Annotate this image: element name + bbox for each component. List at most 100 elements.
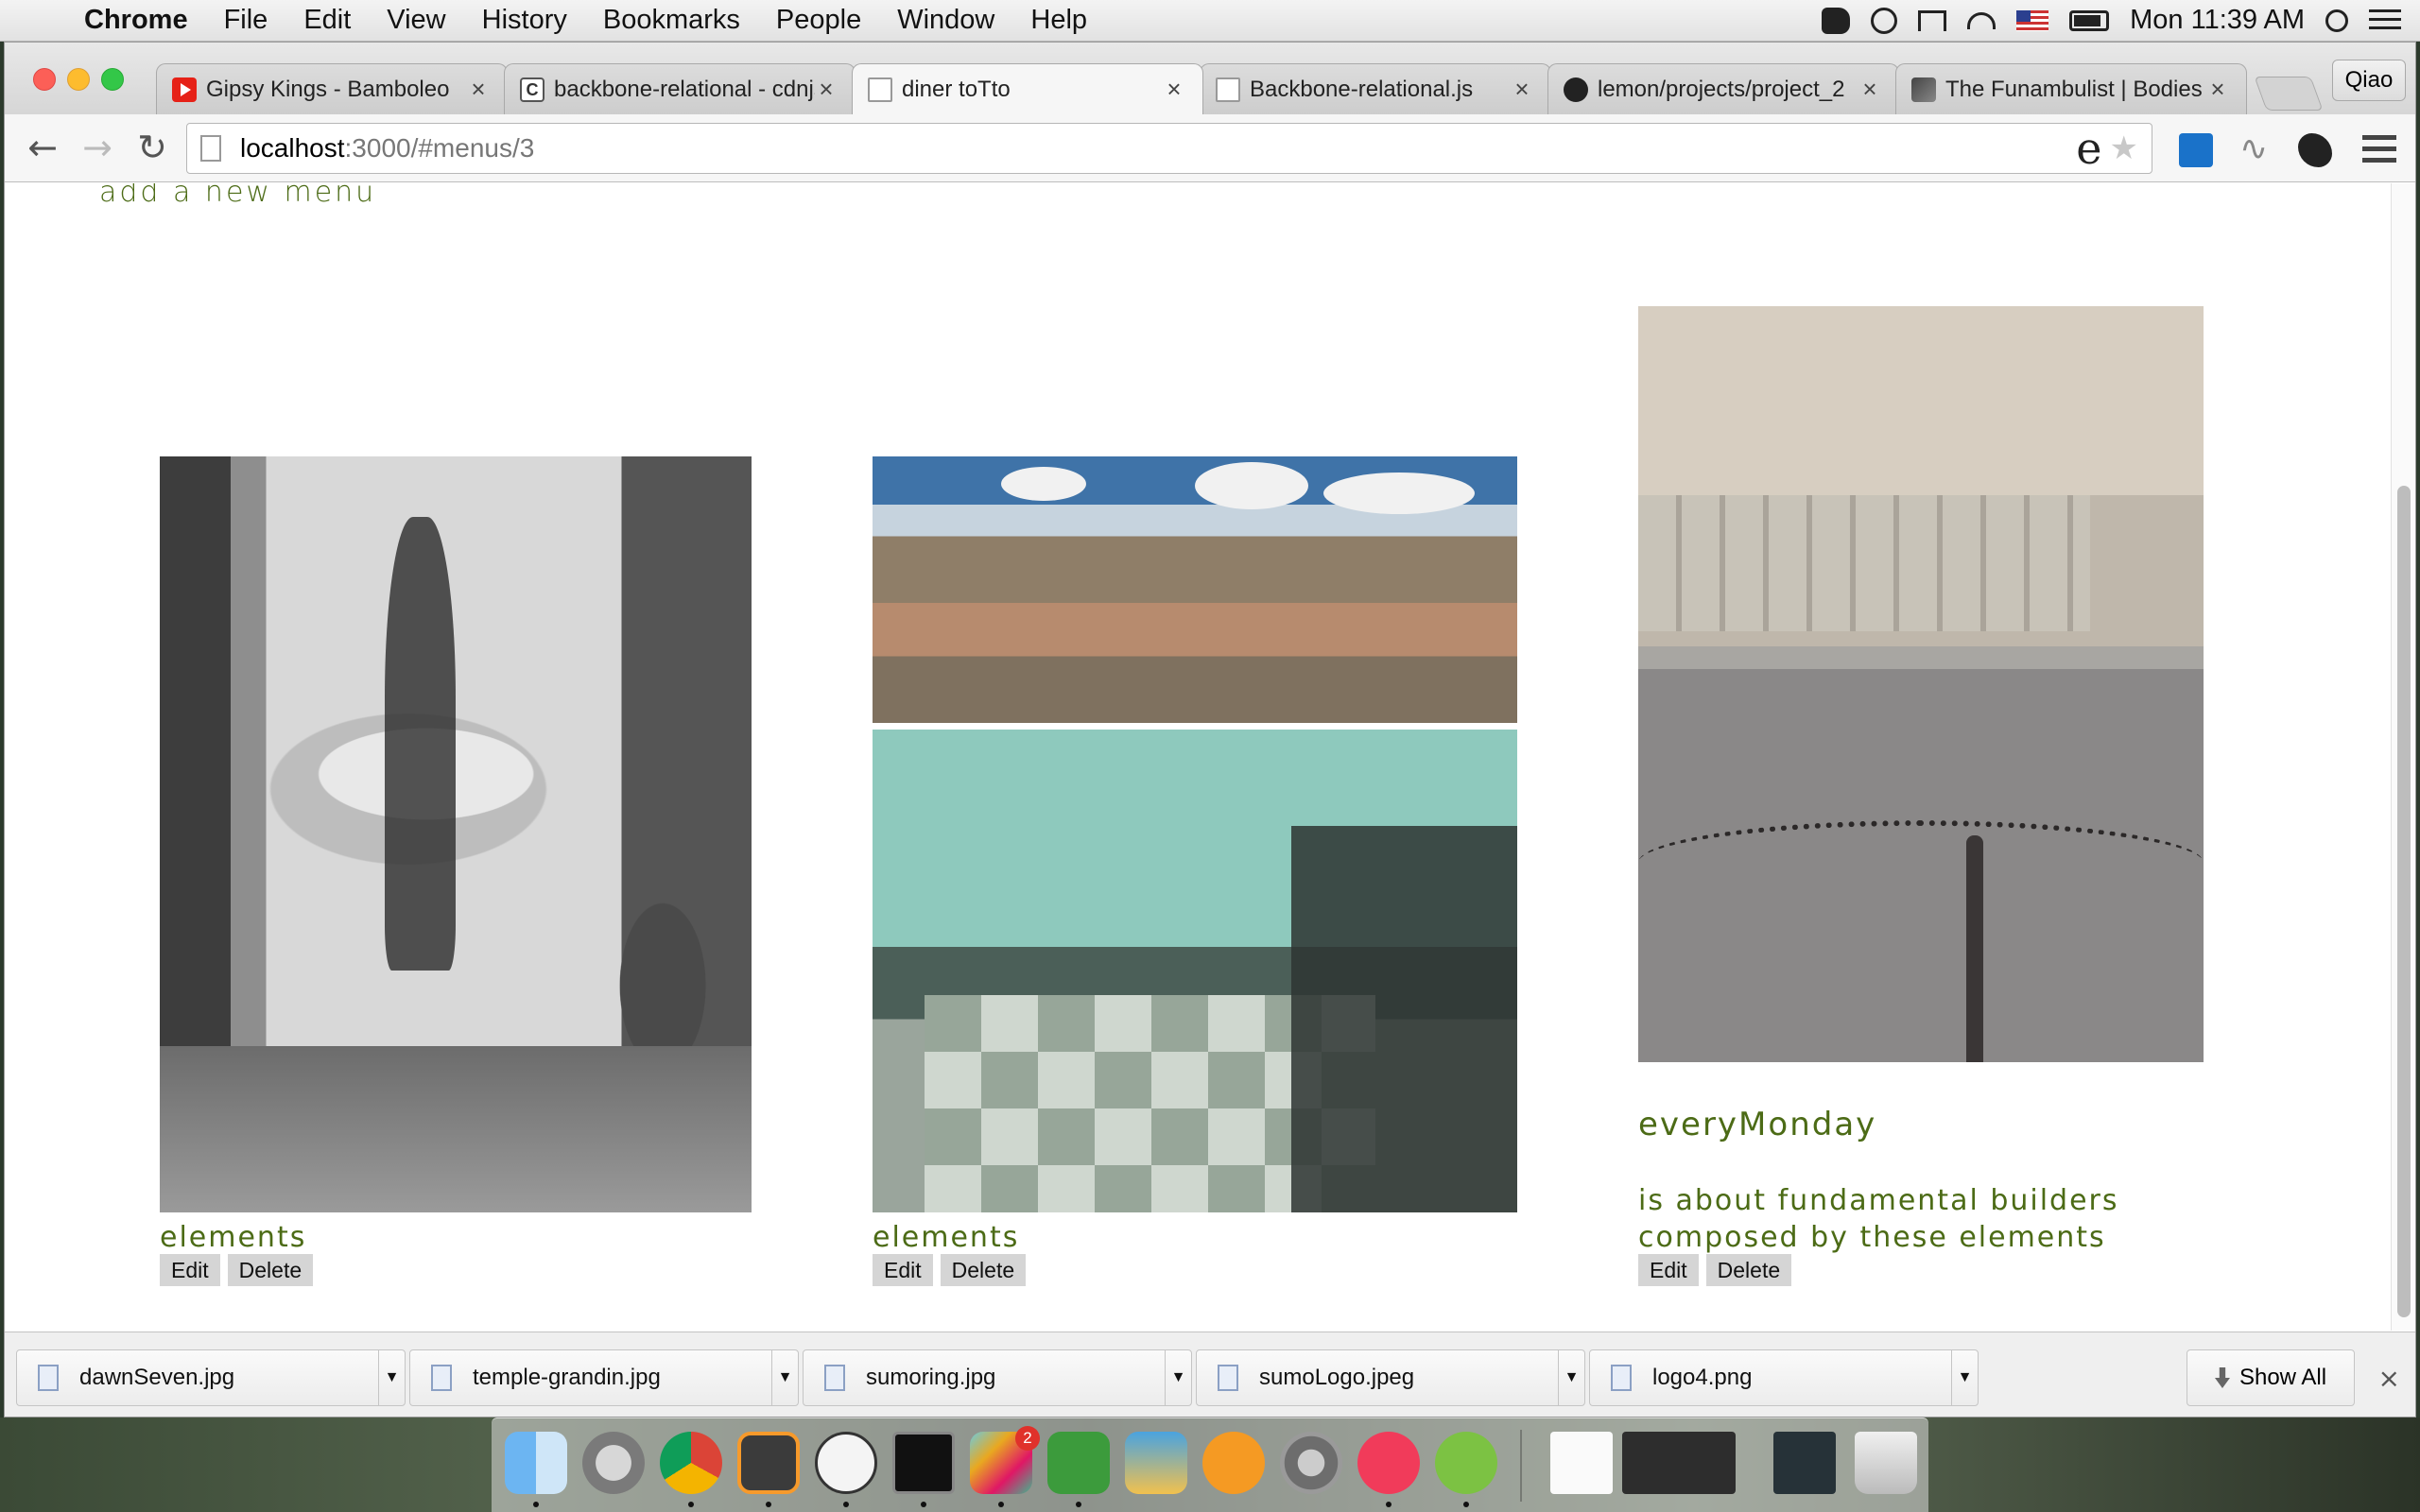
- page-info-icon[interactable]: [200, 135, 221, 162]
- omnibox-extension-icon[interactable]: e: [2076, 123, 2101, 174]
- delete-button[interactable]: Delete: [1705, 1254, 1792, 1286]
- evernote-icon[interactable]: [1822, 7, 1851, 34]
- tab-title: lemon/projects/project_2: [1598, 76, 1845, 102]
- menu-bar-clock[interactable]: Mon 11:39 AM: [2130, 5, 2305, 36]
- download-item[interactable]: logo4.png ▼: [1589, 1349, 1979, 1406]
- chevron-down-icon[interactable]: ▼: [1558, 1350, 1584, 1405]
- menu-people[interactable]: People: [758, 5, 879, 36]
- chevron-down-icon[interactable]: ▼: [378, 1350, 405, 1405]
- flamenco-dancer-photo[interactable]: [160, 456, 752, 1212]
- profile-button[interactable]: Qiao: [2332, 60, 2406, 101]
- extension-icon[interactable]: [2179, 133, 2213, 167]
- window-thumbnail-icon[interactable]: [1622, 1432, 1736, 1494]
- chevron-down-icon[interactable]: ▼: [771, 1350, 798, 1405]
- scrollbar-thumb[interactable]: [2397, 486, 2411, 1317]
- running-indicator: [921, 1502, 926, 1507]
- vertical-scrollbar[interactable]: [2391, 183, 2415, 1331]
- tab-close-icon[interactable]: ×: [1163, 75, 1185, 104]
- download-filename: dawnSeven.jpg: [79, 1365, 235, 1390]
- minimize-window-button[interactable]: [67, 68, 90, 91]
- close-download-shelf-icon[interactable]: ×: [2378, 1363, 2400, 1394]
- us-flag-icon[interactable]: [2016, 9, 2049, 31]
- tab-title: Backbone-relational.js: [1250, 76, 1474, 102]
- menu-file[interactable]: File: [206, 5, 286, 36]
- do-not-disturb-icon[interactable]: [1871, 7, 1898, 34]
- trash-icon[interactable]: [1855, 1432, 1917, 1494]
- download-item[interactable]: dawnSeven.jpg ▼: [16, 1349, 406, 1406]
- edit-button[interactable]: Edit: [1638, 1254, 1699, 1286]
- menu-app-name[interactable]: Chrome: [66, 5, 206, 36]
- bookmark-star-icon[interactable]: ★: [2110, 129, 2138, 167]
- airplay-icon[interactable]: [1918, 9, 1947, 31]
- download-filename: sumoring.jpg: [866, 1365, 996, 1390]
- edit-button[interactable]: Edit: [873, 1254, 933, 1286]
- pulse-extension-icon[interactable]: ∿: [2239, 132, 2273, 167]
- reload-icon[interactable]: ↻: [130, 126, 175, 171]
- card-actions: Edit Delete: [1638, 1254, 1792, 1286]
- smile-icon[interactable]: [815, 1432, 877, 1494]
- edit-button[interactable]: Edit: [160, 1254, 220, 1286]
- dock-separator: [1520, 1430, 1522, 1502]
- menu-help[interactable]: Help: [1012, 5, 1105, 36]
- chevron-down-icon[interactable]: ▼: [1951, 1350, 1978, 1405]
- new-tab-button[interactable]: [2254, 77, 2324, 111]
- finder-icon[interactable]: [505, 1432, 567, 1494]
- menu-bookmarks[interactable]: Bookmarks: [585, 5, 758, 36]
- chevron-down-icon[interactable]: ▼: [1165, 1350, 1191, 1405]
- tab-close-icon[interactable]: ×: [1511, 75, 1533, 104]
- terminal-icon[interactable]: [892, 1432, 955, 1494]
- back-arrow-icon[interactable]: ←: [20, 126, 65, 171]
- zoom-window-button[interactable]: [101, 68, 124, 91]
- tab-gipsy-kings[interactable]: Gipsy Kings - Bamboleo ×: [156, 63, 508, 114]
- tab-close-icon[interactable]: ×: [815, 75, 838, 104]
- ibooks-icon[interactable]: [1202, 1432, 1265, 1494]
- window-thumbnail-icon[interactable]: [1773, 1432, 1836, 1494]
- tab-title: diner toTto: [902, 76, 1011, 102]
- delete-button[interactable]: Delete: [227, 1254, 314, 1286]
- wifi-icon[interactable]: [1967, 11, 1996, 29]
- document-icon[interactable]: [1550, 1432, 1613, 1494]
- menu-view[interactable]: View: [369, 5, 463, 36]
- tab-backbone-relational-cdnjs[interactable]: C backbone-relational - cdnjs ×: [504, 63, 856, 114]
- address-bar[interactable]: localhost:3000/#menus/3 e ★: [186, 123, 2152, 174]
- spotify-icon[interactable]: [1435, 1432, 1497, 1494]
- itunes-icon[interactable]: [1357, 1432, 1420, 1494]
- street-photo[interactable]: [1638, 306, 2204, 1062]
- city-panorama-photo[interactable]: [873, 456, 1517, 723]
- tab-diner-totto[interactable]: diner toTto ×: [852, 63, 1203, 114]
- launchpad-icon[interactable]: [582, 1432, 645, 1494]
- tab-close-icon[interactable]: ×: [2206, 75, 2229, 104]
- download-item[interactable]: sumoLogo.jpeg ▼: [1196, 1349, 1585, 1406]
- menu-edit[interactable]: Edit: [285, 5, 369, 36]
- download-item[interactable]: temple-grandin.jpg ▼: [409, 1349, 799, 1406]
- add-new-menu-link[interactable]: add a new menu: [99, 183, 376, 209]
- forward-arrow-icon[interactable]: →: [75, 126, 120, 171]
- courtyard-photo[interactable]: [873, 730, 1517, 1212]
- evernote-icon[interactable]: [1047, 1432, 1110, 1494]
- url-host: localhost: [240, 133, 345, 163]
- tab-github-project[interactable]: lemon/projects/project_2 ×: [1547, 63, 1899, 114]
- notification-list-icon[interactable]: [2369, 9, 2401, 32]
- delete-button[interactable]: Delete: [940, 1254, 1027, 1286]
- bird-extension-icon[interactable]: [2298, 133, 2332, 167]
- tab-close-icon[interactable]: ×: [467, 75, 490, 104]
- building-shadow: [1291, 826, 1517, 1212]
- image-file-icon: [1218, 1365, 1238, 1391]
- iphoto-icon[interactable]: [1125, 1432, 1187, 1494]
- chrome-icon[interactable]: [660, 1432, 722, 1494]
- system-preferences-icon[interactable]: [1280, 1432, 1342, 1494]
- cloud-shape: [1323, 472, 1476, 514]
- download-item[interactable]: sumoring.jpg ▼: [803, 1349, 1192, 1406]
- tab-backbone-relational-js[interactable]: Backbone-relational.js ×: [1200, 63, 1551, 114]
- sublime-text-icon[interactable]: [737, 1432, 800, 1494]
- spotlight-icon[interactable]: [2325, 9, 2348, 32]
- tab-funambulist[interactable]: The Funambulist | Bodies ×: [1895, 63, 2247, 114]
- menu-history[interactable]: History: [464, 5, 585, 36]
- tab-close-icon[interactable]: ×: [1858, 75, 1881, 104]
- close-window-button[interactable]: [33, 68, 56, 91]
- menu-window[interactable]: Window: [879, 5, 1012, 36]
- browser-toolbar: ← → ↻ localhost:3000/#menus/3 e ★ ∿: [5, 114, 2415, 182]
- battery-icon[interactable]: [2069, 9, 2110, 31]
- show-all-downloads-button[interactable]: Show All: [2187, 1349, 2355, 1406]
- hamburger-menu-icon[interactable]: [2362, 135, 2396, 165]
